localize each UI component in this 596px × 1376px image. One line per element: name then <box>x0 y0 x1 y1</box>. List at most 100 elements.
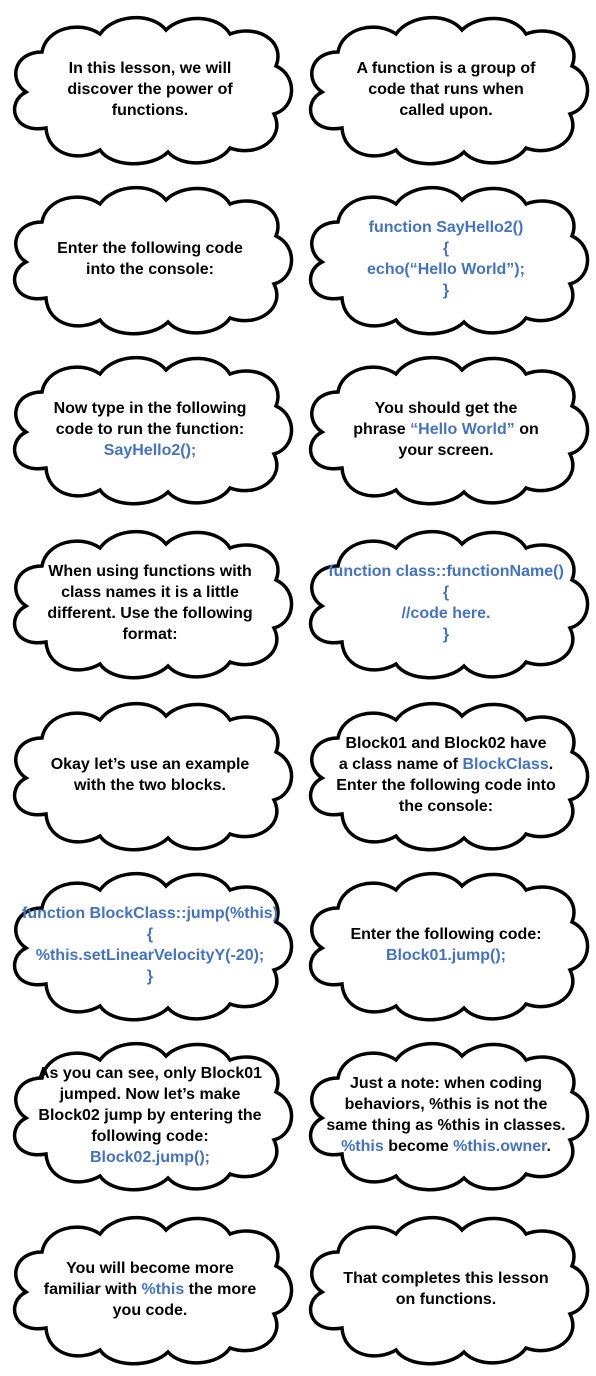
cloud-line: A function is a group of <box>357 58 536 79</box>
cloud-line: When using functions with <box>48 561 252 582</box>
cloud-10: Block01 and Block02 have a class name of … <box>300 696 592 854</box>
code-text: { <box>442 584 450 601</box>
text-segment: jumped. Now let’s make <box>59 1085 241 1103</box>
cloud-line: code that runs when <box>368 79 524 100</box>
cloud-text: In this lesson, we will discover the powe… <box>34 32 266 146</box>
cloud-line: functions. <box>112 100 188 121</box>
text-segment: a class name of <box>338 756 463 773</box>
text-segment: on <box>514 420 539 438</box>
cloud-line: Okay let’s use an example <box>51 754 250 775</box>
text-segment: Enter the following code: <box>350 926 542 943</box>
cloud-line: SayHello2(); <box>104 440 196 461</box>
text-segment: same thing as %this in classes. <box>326 1117 566 1134</box>
cloud-text: As you can see, only Block01 jumped. Now … <box>34 1058 266 1172</box>
cloud-line: discover the power of <box>67 79 232 100</box>
cloud-14: Just a note: when coding behaviors, %this… <box>300 1036 592 1194</box>
cloud-text: A function is a group of code that runs w… <box>330 32 562 146</box>
cloud-line: you code. <box>113 1300 188 1321</box>
cloud-1: In this lesson, we will discover the powe… <box>4 10 296 168</box>
text-segment: called upon. <box>399 101 493 119</box>
text-segment: code that runs when <box>368 80 524 98</box>
cloud-line: format: <box>122 624 177 645</box>
cloud-line: Now type in the following <box>54 398 247 419</box>
cloud-line: %this become %this.owner. <box>341 1136 551 1157</box>
cloud-line: on functions. <box>396 1289 496 1310</box>
cloud-text: Enter the following code: Block01.jump(); <box>330 888 562 1002</box>
cloud-line: following code: <box>91 1126 208 1147</box>
cloud-16: That completes this lesson on functions. <box>300 1210 592 1368</box>
cloud-4: function SayHello2() {echo(“Hello World”)… <box>300 180 592 338</box>
cloud-line: a class name of BlockClass. <box>339 754 553 775</box>
cloud-line: As you can see, only Block01 <box>38 1063 262 1084</box>
text-segment: When using functions with <box>48 563 252 580</box>
text-segment: Enter the following code <box>57 240 243 257</box>
text-segment: following code: <box>91 1127 209 1145</box>
code-text: “Hello World” <box>410 420 515 438</box>
code-text: } <box>442 282 450 299</box>
cloud-line: with the two blocks. <box>74 775 226 796</box>
text-segment: code to run the function: <box>55 420 245 438</box>
cloud-line: You should get the <box>375 398 518 419</box>
text-segment: discover the power of <box>67 80 233 98</box>
code-text: Block02.jump(); <box>89 1148 210 1166</box>
cloud-text: You should get the phrase “Hello World” o… <box>330 372 562 486</box>
cloud-line: behaviors, %this is not the <box>345 1094 548 1115</box>
text-segment: your screen. <box>398 441 494 459</box>
text-segment: into the console: <box>86 261 214 278</box>
cloud-line: %this.setLinearVelocityY(-20); <box>36 945 265 966</box>
cloud-text: You will become more familiar with %this … <box>34 1232 266 1346</box>
cloud-line: function SayHello2() <box>369 217 524 238</box>
text-segment: functions. <box>111 101 189 119</box>
cloud-2: A function is a group of code that runs w… <box>300 10 592 168</box>
cloud-line: jumped. Now let’s make <box>60 1084 241 1105</box>
cloud-15: You will become more familiar with %this … <box>4 1210 296 1368</box>
cloud-5: Now type in the following code to run the… <box>4 350 296 508</box>
cloud-line: class names it is a little <box>61 582 239 603</box>
code-text: } <box>146 968 154 985</box>
cloud-line: echo(“Hello World”); <box>367 259 525 280</box>
cloud-12: Enter the following code: Block01.jump(); <box>300 866 592 1024</box>
cloud-line: same thing as %this in classes. <box>326 1115 565 1136</box>
cloud-13: As you can see, only Block01 jumped. Now … <box>4 1036 296 1194</box>
text-segment: the console: <box>398 798 494 815</box>
cloud-text: function BlockClass::jump(%this){%this.s… <box>22 888 278 1002</box>
cloud-line: called upon. <box>399 100 492 121</box>
text-segment: become <box>383 1138 454 1155</box>
cloud-line: You will become more <box>66 1258 234 1279</box>
cloud-text: Enter the following code into the console… <box>34 202 266 316</box>
cloud-line: function class::functionName() <box>328 561 564 582</box>
cloud-11: function BlockClass::jump(%this){%this.s… <box>4 866 296 1024</box>
code-text: BlockClass <box>462 756 549 773</box>
text-segment: Block01 and Block02 have <box>345 735 547 752</box>
cloud-line: Just a note: when coding <box>350 1073 542 1094</box>
cloud-3: Enter the following code into the console… <box>4 180 296 338</box>
cloud-7: When using functions with class names it … <box>4 524 296 682</box>
cloud-line: function BlockClass::jump(%this) <box>22 903 278 924</box>
text-segment: . <box>546 1138 551 1155</box>
cloud-line: your screen. <box>398 440 493 461</box>
text-segment: . <box>548 756 554 773</box>
cloud-line: Block02.jump(); <box>90 1147 210 1168</box>
text-segment: Okay let’s use an example <box>50 756 250 773</box>
text-segment: As you can see, only Block01 <box>37 1064 263 1082</box>
cloud-text: That completes this lesson on functions. <box>330 1232 562 1346</box>
code-text: %this.setLinearVelocityY(-20); <box>35 947 265 964</box>
text-segment: A function is a group of <box>356 59 536 77</box>
text-segment: you code. <box>112 1301 188 1319</box>
code-text: %this <box>341 1138 384 1155</box>
text-segment: class names it is a little <box>61 584 239 601</box>
cloud-line: familiar with %this the more <box>44 1279 256 1300</box>
text-segment: Block02 jump by entering the <box>38 1106 262 1124</box>
cloud-text: When using functions with class names it … <box>34 546 266 660</box>
code-text: function BlockClass::jump(%this) <box>22 905 279 922</box>
cloud-line: In this lesson, we will <box>69 58 232 79</box>
cloud-text: Now type in the following code to run the… <box>34 372 266 486</box>
text-segment: That completes this lesson <box>343 1270 549 1287</box>
text-segment: format: <box>122 626 178 643</box>
cloud-line: } <box>443 280 449 301</box>
cloud-line: Enter the following code <box>57 238 243 259</box>
text-segment: Just a note: when coding <box>349 1075 542 1092</box>
code-text: Block01.jump(); <box>385 947 506 964</box>
text-segment: Now type in the following <box>53 399 247 417</box>
cloud-line: Block01.jump(); <box>386 945 506 966</box>
